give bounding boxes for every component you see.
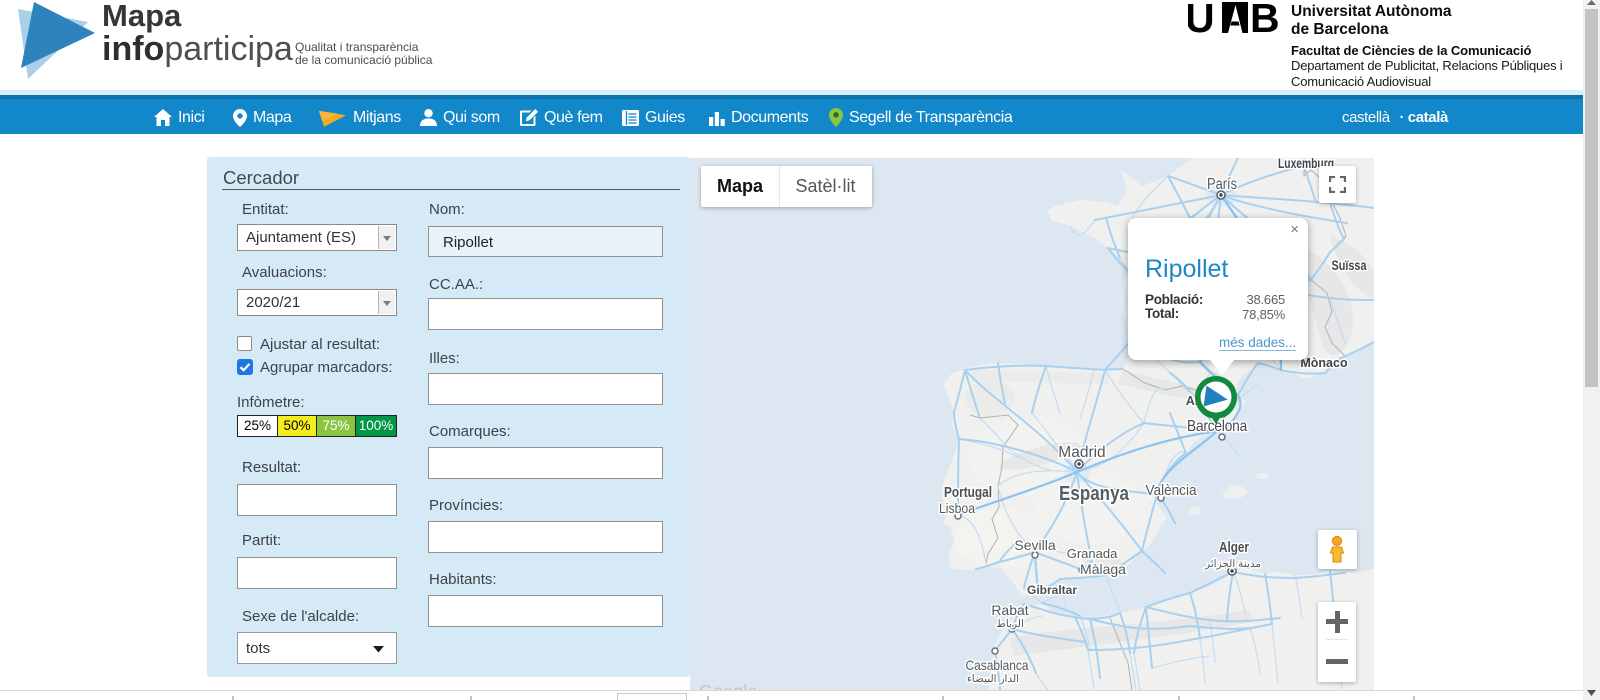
svg-text:الدار البيضاء: الدار البيضاء (967, 673, 1019, 685)
svg-text:Mònaco: Mònaco (1300, 356, 1348, 370)
svg-text:Casablanca: Casablanca (966, 657, 1029, 673)
svg-text:Rabat: Rabat (991, 602, 1028, 618)
svg-text:Suïssa: Suïssa (1332, 258, 1367, 273)
svg-text:Sevilla: Sevilla (1014, 537, 1055, 553)
svg-text:Lisboa: Lisboa (939, 500, 975, 516)
svg-text:U: U (1188, 2, 1215, 33)
svg-text:Alger: Alger (1219, 540, 1249, 556)
svg-text:Espanya: Espanya (1059, 483, 1130, 505)
svg-text:مدينة الجزائر: مدينة الجزائر (1204, 558, 1261, 570)
svg-text:Madrid: Madrid (1058, 444, 1105, 461)
svg-text:B: B (1250, 2, 1280, 33)
svg-text:València: València (1146, 482, 1198, 499)
svg-text:الرباط: الرباط (996, 618, 1024, 630)
svg-text:Portugal: Portugal (944, 485, 992, 501)
svg-text:Màlaga: Màlaga (1080, 561, 1126, 577)
svg-text:Gibraltar: Gibraltar (1027, 583, 1077, 597)
svg-text:Granada: Granada (1067, 546, 1118, 561)
svg-text:París: París (1207, 176, 1237, 193)
